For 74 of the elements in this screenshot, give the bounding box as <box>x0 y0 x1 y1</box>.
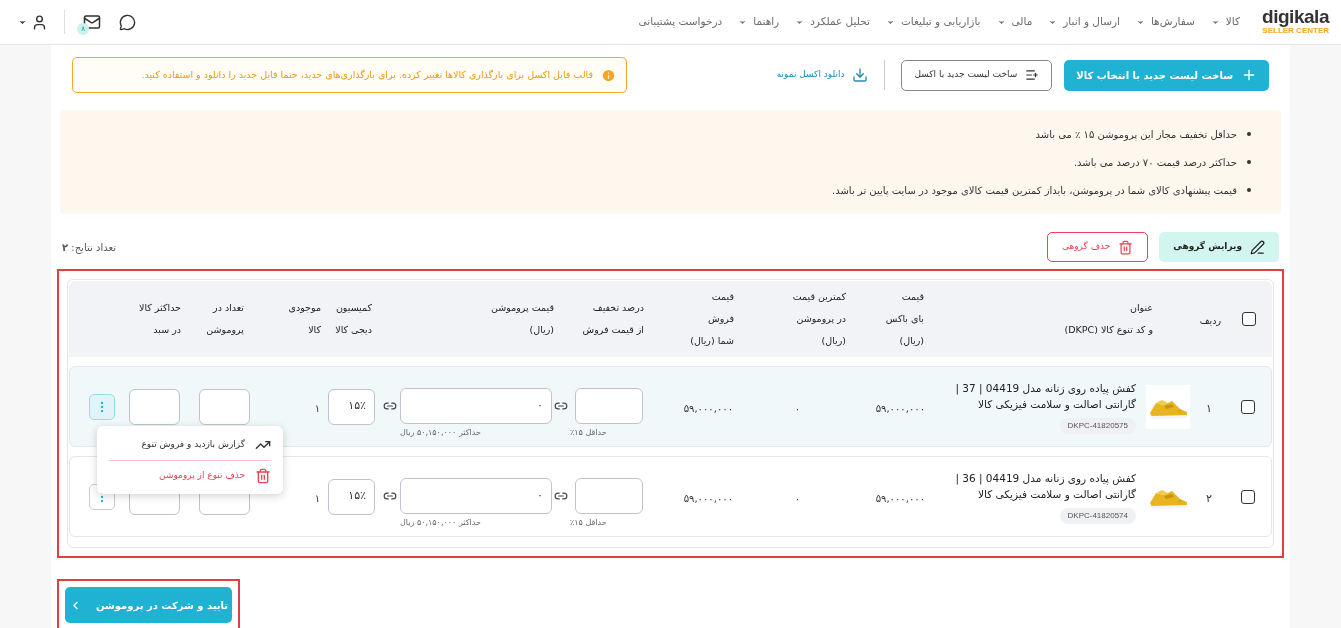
dkpc-tag: DKPC-41820575 <box>1059 417 1136 434</box>
alert-text: قالب فایل اکسل برای بارگذاری کالاها تغییر کرده. برای بارگذاری‌های جدید، حتما فایل جدید را دانلود و استفاده کنید. <box>141 67 593 82</box>
stock-count: ۱ <box>314 493 320 504</box>
bullet-icon <box>1247 160 1251 164</box>
column-header: کمترین قیمت در پروموشن (ریال) <box>792 290 846 348</box>
nav-link[interactable]: ارسال و انبار <box>1048 14 1120 30</box>
min-price: ۰ <box>794 492 800 504</box>
logo[interactable]: digikala SELLER CENTER <box>1262 8 1329 36</box>
bulk-delete-button[interactable]: حذف گروهی <box>1047 232 1149 262</box>
menu-item[interactable]: گزارش بازدید و فروش تنوع <box>109 430 271 460</box>
dkpc-tag: DKPC-41820574 <box>1059 507 1136 524</box>
bulk-edit-button[interactable]: ویرایش گروهی <box>1159 232 1279 262</box>
note-text: حداکثر درصد قیمت ۷۰ درصد می باشد. <box>1073 155 1237 170</box>
input-field[interactable]: ۰ <box>400 388 552 424</box>
column-header: حداکثر کالا در سبد <box>139 301 181 337</box>
nav-link[interactable]: مالی <box>996 14 1033 30</box>
product-title: کفش پیاده روی زنانه مدل 04419 | 36 | گارانتی اصالت و سلامت فیزیکی کالا <box>954 470 1136 502</box>
bullet-icon <box>1247 132 1251 136</box>
column-header: درصد تخفیف از قیمت فروش <box>582 301 644 337</box>
excel-list-button[interactable]: ساخت لیست جدید با اکسل <box>901 59 1053 91</box>
trash-icon <box>1118 239 1134 255</box>
column-header: قیمت پروموشن (ریال) <box>491 301 554 337</box>
list-icon <box>1025 68 1040 82</box>
min-price: ۰ <box>794 402 800 414</box>
bullet-icon <box>1247 188 1251 192</box>
note-text: قیمت پیشنهادی کالای شما در پروموشن، بایداز کمترین قیمت کالای موجود در سایت پایین تر باشد. <box>832 183 1237 198</box>
row-number: ۲ <box>1206 491 1212 505</box>
download-icon <box>852 67 869 83</box>
column-header: قیمت بای باکس (ریال) <box>885 290 924 348</box>
product-title: کفش پیاده روی زنانه مدل 04419 | 37 | گارانتی اصالت و سلامت فیزیکی کالا <box>954 380 1136 412</box>
checkbox[interactable] <box>1241 399 1255 414</box>
sale-price: ۵۹,۰۰۰,۰۰۰ <box>683 492 733 504</box>
field-hint: حداکثر ۵۰,۱۵۰,۰۰۰ ریال <box>400 427 481 439</box>
nav-link[interactable]: بازاریابی و تبلیغات <box>885 14 981 30</box>
column-header: تعداد در پروموشن <box>206 301 244 337</box>
input-field[interactable] <box>199 388 250 425</box>
nav-link[interactable]: درخواست پشتیبانی <box>638 14 723 30</box>
mail-icon <box>83 13 101 31</box>
input-field[interactable]: ۰ <box>400 478 552 514</box>
note-text: حداقل تخفیف مجاز این پروموشن ۱۵ ٪ می باشد <box>1035 127 1237 142</box>
field-hint: حداقل ۱۵٪ <box>570 517 607 529</box>
chat-icon[interactable] <box>119 13 136 31</box>
input-field[interactable] <box>129 388 180 425</box>
checkbox[interactable] <box>1241 489 1255 504</box>
field-hint: حداقل ۱۵٪ <box>570 427 607 439</box>
input-field[interactable]: ۱۵٪ <box>328 388 375 425</box>
input-field[interactable] <box>575 478 643 514</box>
user-icon[interactable] <box>31 13 48 31</box>
result-count: تعداد نتایج: ۲ <box>62 240 116 255</box>
menu-item[interactable]: حذف تنوع از پروموشن <box>109 460 271 490</box>
row-number: ۱ <box>1206 401 1212 415</box>
column-header: موجودی کالا <box>288 301 321 337</box>
nav-link[interactable]: کالا <box>1210 14 1241 30</box>
input-field[interactable] <box>575 388 643 424</box>
column-header: قیمت فروش شما (ریال) <box>690 290 734 348</box>
nav-link[interactable]: تحلیل عملکرد <box>795 14 870 30</box>
column-header: ردیف <box>1199 313 1221 328</box>
stock-count: ۱ <box>314 403 320 414</box>
more-button[interactable] <box>89 393 115 420</box>
checkbox[interactable] <box>1242 312 1256 326</box>
input-field[interactable]: ۱۵٪ <box>328 478 375 515</box>
column-header: کمیسیون دیجی کالا <box>335 301 372 337</box>
plus-icon <box>1241 67 1257 83</box>
column-header: عنوان و کد تنوع کالا (DKPC) <box>1064 301 1153 337</box>
info-icon <box>601 67 616 83</box>
field-hint: حداکثر ۵۰,۱۵۰,۰۰۰ ریال <box>400 517 481 529</box>
sale-price: ۵۹,۰۰۰,۰۰۰ <box>683 402 733 414</box>
nav-link[interactable]: سفارش‌ها <box>1135 14 1195 30</box>
buybox-price: ۵۹,۰۰۰,۰۰۰ <box>875 402 925 414</box>
download-link[interactable]: دانلود اکسل نمونه <box>776 67 869 83</box>
pen-icon <box>1250 239 1265 255</box>
nav-link[interactable]: راهنما <box>738 14 780 30</box>
buybox-price: ۵۹,۰۰۰,۰۰۰ <box>875 492 925 504</box>
trash-icon <box>255 467 271 484</box>
